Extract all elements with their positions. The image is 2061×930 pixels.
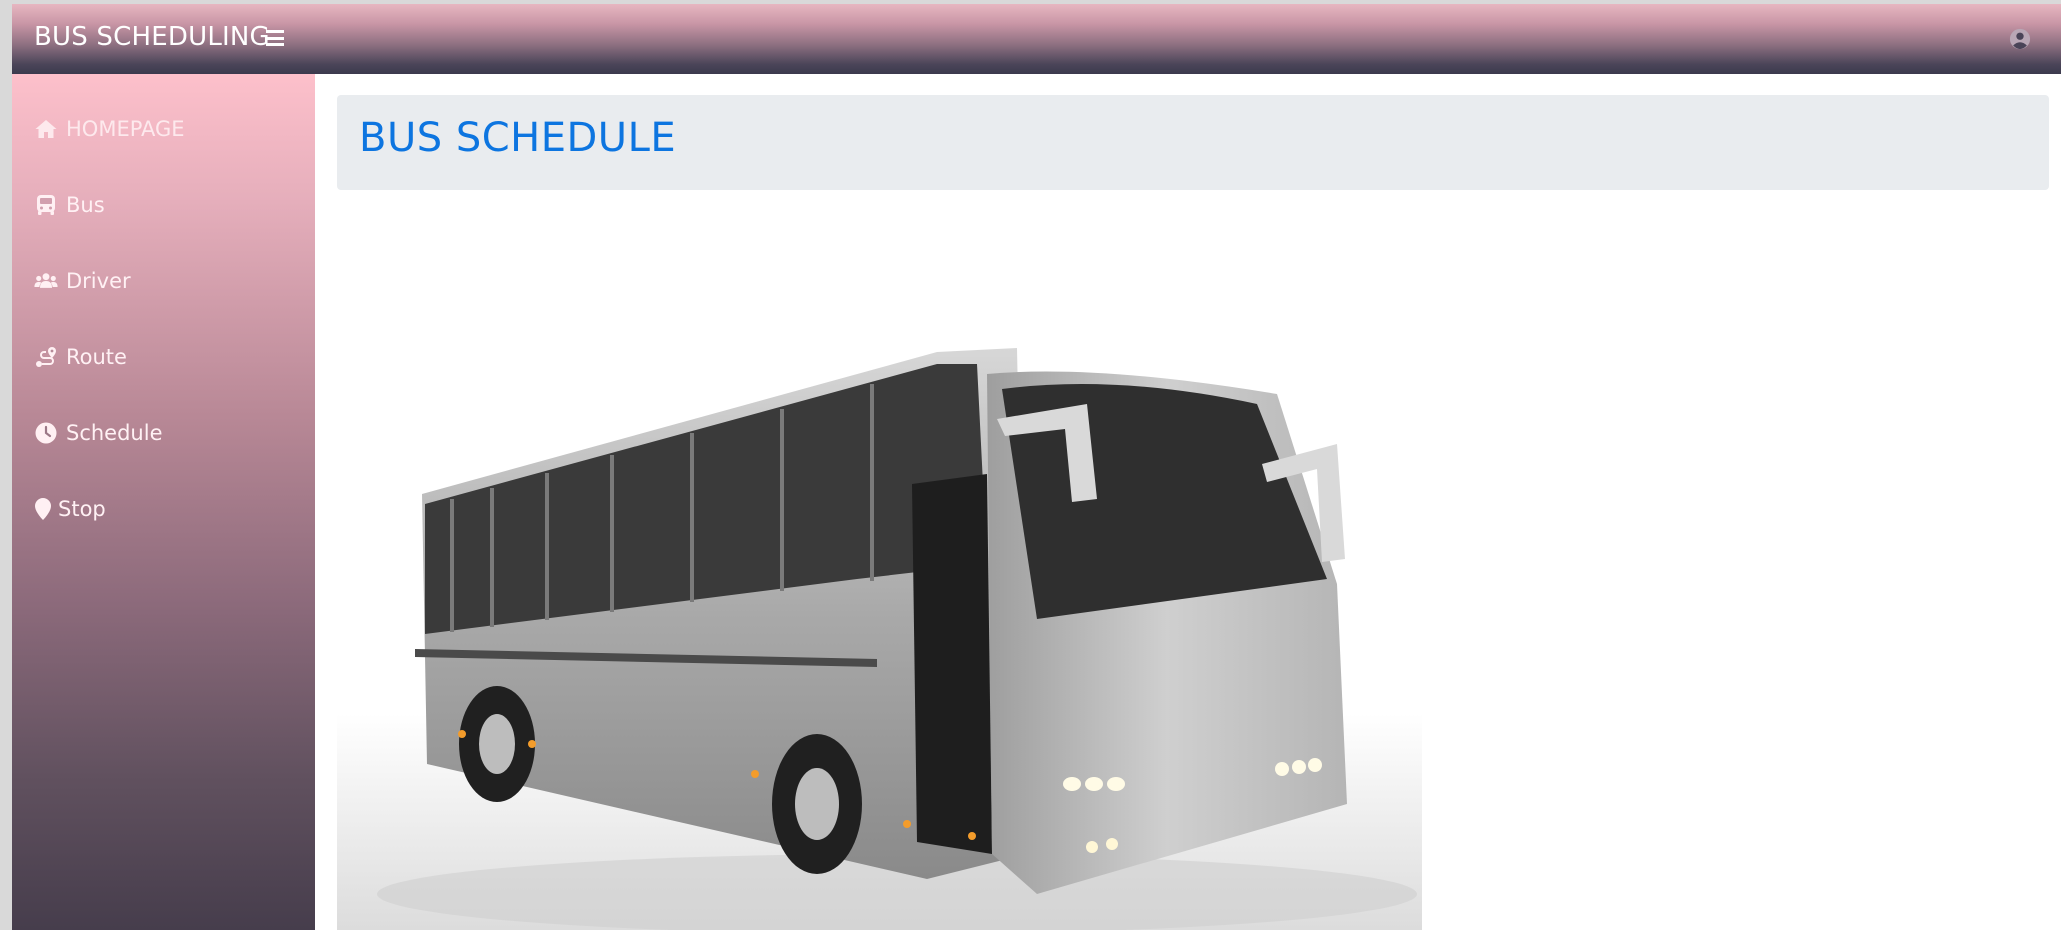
- clock-icon: [35, 422, 57, 444]
- sidebar: HOMEPAGE Bus Driver Route Schedule Stop: [12, 74, 315, 930]
- bus-image: [337, 348, 1422, 930]
- top-navbar: BUS SCHEDULING: [12, 4, 2061, 74]
- sidebar-item-label: Route: [66, 345, 127, 369]
- bus-icon: [37, 195, 55, 215]
- sidebar-item-stop[interactable]: Stop: [34, 493, 106, 525]
- sidebar-item-label: Driver: [66, 269, 131, 293]
- sidebar-item-driver[interactable]: Driver: [34, 265, 131, 297]
- sidebar-item-label: Stop: [58, 497, 106, 521]
- page-title: BUS SCHEDULE: [359, 115, 677, 161]
- sidebar-item-label: HOMEPAGE: [66, 117, 185, 141]
- hamburger-icon[interactable]: [266, 30, 284, 46]
- sidebar-item-label: Schedule: [66, 421, 163, 445]
- app-window: BUS SCHEDULING HOMEPAGE Bus Driver Route…: [12, 4, 2061, 930]
- brand-title[interactable]: BUS SCHEDULING: [34, 22, 270, 52]
- sidebar-item-homepage[interactable]: HOMEPAGE: [34, 113, 185, 145]
- route-icon: [36, 347, 56, 367]
- map-pin-icon: [35, 498, 51, 520]
- home-icon: [35, 120, 57, 138]
- user-circle-icon[interactable]: [2009, 28, 2031, 50]
- page-header: BUS SCHEDULE: [337, 95, 2049, 190]
- users-icon: [34, 273, 58, 288]
- sidebar-item-bus[interactable]: Bus: [34, 189, 105, 221]
- sidebar-item-label: Bus: [66, 193, 105, 217]
- sidebar-item-schedule[interactable]: Schedule: [34, 417, 163, 449]
- sidebar-item-route[interactable]: Route: [34, 341, 127, 373]
